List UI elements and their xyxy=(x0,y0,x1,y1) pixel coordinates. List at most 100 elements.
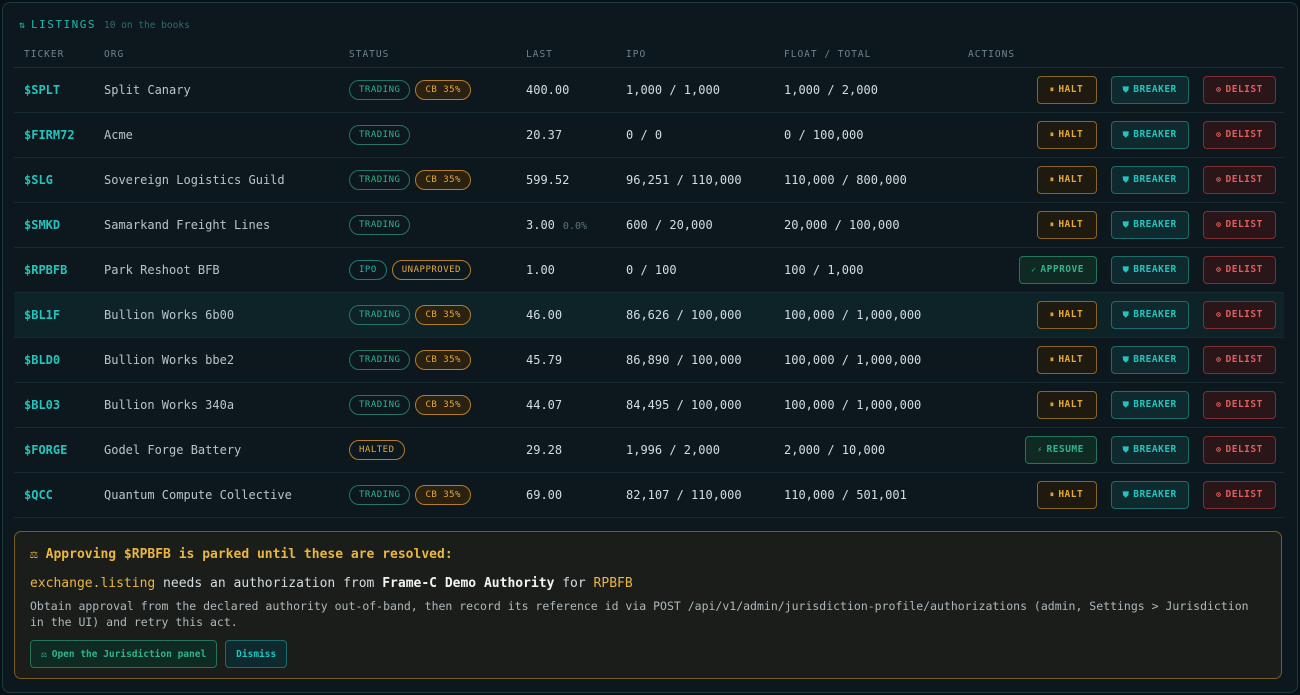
breaker-label: BREAKER xyxy=(1133,264,1177,275)
delist-button[interactable]: ⊗ DELIST xyxy=(1203,345,1276,374)
delist-label: DELIST xyxy=(1225,489,1263,500)
dismiss-button[interactable]: Dismiss xyxy=(225,640,288,668)
halt-button[interactable]: ⏸ HALT xyxy=(1036,210,1097,239)
status-badge: TRADING xyxy=(349,484,411,505)
breaker-button[interactable]: ⛊ BREAKER xyxy=(1110,480,1189,509)
ticker[interactable]: $SMKD xyxy=(24,218,60,232)
breaker-button[interactable]: ⛊ BREAKER xyxy=(1110,390,1189,419)
ticker[interactable]: $FORGE xyxy=(24,443,67,457)
page-title: LISTINGS xyxy=(31,18,97,31)
ticker[interactable]: $SPLT xyxy=(24,83,60,97)
close-circle-icon: ⊗ xyxy=(1216,400,1222,409)
breaker-button[interactable]: ⛊ BREAKER xyxy=(1110,300,1189,329)
table-row: $BL1F Bullion Works 6b00 TRADING CB 35% 4… xyxy=(14,292,1284,338)
delist-button[interactable]: ⊗ DELIST xyxy=(1203,255,1276,284)
last-price: 599.52 xyxy=(526,172,570,187)
close-circle-icon: ⊗ xyxy=(1216,220,1222,229)
delist-label: DELIST xyxy=(1225,399,1263,410)
shield-icon: ⛊ xyxy=(1122,309,1130,319)
delist-button[interactable]: ⊗ DELIST xyxy=(1203,480,1276,509)
pause-icon: ⏸ xyxy=(1049,129,1055,139)
ipo-value: 96,251 / 110,000 xyxy=(626,172,742,187)
org-name: Samarkand Freight Lines xyxy=(104,217,271,232)
pause-icon: ⏸ xyxy=(1049,219,1055,229)
halt-label: HALT xyxy=(1058,174,1084,185)
breaker-button[interactable]: ⛊ BREAKER xyxy=(1110,255,1189,284)
ticker[interactable]: $QCC xyxy=(24,488,53,502)
col-float-total: FLOAT / TOTAL xyxy=(784,42,968,68)
halt-button[interactable]: ⏸ HALT xyxy=(1036,390,1097,419)
shield-icon: ⛊ xyxy=(1122,354,1130,364)
delist-button[interactable]: ⊗ DELIST xyxy=(1203,435,1276,464)
table-row: $SMKD Samarkand Freight Lines TRADING 3.… xyxy=(14,202,1284,248)
last-price: 400.00 xyxy=(526,82,570,97)
table-row: $BLD0 Bullion Works bbe2 TRADING CB 35% 4… xyxy=(14,337,1284,383)
breaker-button[interactable]: ⛊ BREAKER xyxy=(1110,120,1189,149)
status-badge: TRADING xyxy=(349,124,411,145)
float-total: 100 / 1,000 xyxy=(784,262,864,277)
ticker[interactable]: $BLD0 xyxy=(24,353,60,367)
ticker[interactable]: $RPBFB xyxy=(24,263,67,277)
ticker[interactable]: $BL03 xyxy=(24,398,60,412)
ipo-value: 82,107 / 110,000 xyxy=(626,487,742,502)
approve-button[interactable]: ✓ APPROVE xyxy=(1018,255,1097,284)
org-name: Quantum Compute Collective xyxy=(104,487,292,502)
breaker-button[interactable]: ⛊ BREAKER xyxy=(1110,345,1189,374)
halt-button[interactable]: ⏸ HALT xyxy=(1036,345,1097,374)
table-row: $FORGE Godel Forge Battery HALTED 29.28 … xyxy=(14,427,1284,473)
org-name: Park Reshoot BFB xyxy=(104,262,220,277)
delist-label: DELIST xyxy=(1225,309,1263,320)
close-circle-icon: ⊗ xyxy=(1216,85,1222,94)
float-total: 100,000 / 1,000,000 xyxy=(784,352,922,367)
breaker-button[interactable]: ⛊ BREAKER xyxy=(1110,165,1189,194)
halt-button[interactable]: ⏸ HALT xyxy=(1036,120,1097,149)
shield-icon: ⛊ xyxy=(1122,84,1130,94)
resume-button[interactable]: ⚡ RESUME xyxy=(1024,435,1097,464)
breaker-label: BREAKER xyxy=(1133,444,1177,455)
col-org: ORG xyxy=(104,42,349,68)
delist-label: DELIST xyxy=(1225,84,1263,95)
last-price: 45.79 xyxy=(526,352,563,367)
breaker-label: BREAKER xyxy=(1133,84,1177,95)
org-name: Acme xyxy=(104,127,133,142)
delist-button[interactable]: ⊗ DELIST xyxy=(1203,120,1276,149)
delist-button[interactable]: ⊗ DELIST xyxy=(1203,165,1276,194)
delist-label: DELIST xyxy=(1225,129,1263,140)
ticker[interactable]: $SLG xyxy=(24,173,53,187)
status-badge: TRADING xyxy=(349,214,411,235)
shield-icon: ⛊ xyxy=(1122,129,1130,139)
open-jurisdiction-button[interactable]: ⚖ Open the Jurisdiction panel xyxy=(30,640,218,668)
halt-button[interactable]: ⏸ HALT xyxy=(1036,75,1097,104)
col-ticker: TICKER xyxy=(14,42,104,68)
requirement-text: needs an authorization from xyxy=(155,576,383,591)
halt-button[interactable]: ⏸ HALT xyxy=(1036,300,1097,329)
close-circle-icon: ⊗ xyxy=(1216,265,1222,274)
delist-button[interactable]: ⊗ DELIST xyxy=(1203,300,1276,329)
last-price: 44.07 xyxy=(526,397,563,412)
org-name: Split Canary xyxy=(104,82,191,97)
breaker-button[interactable]: ⛊ BREAKER xyxy=(1110,75,1189,104)
halt-button[interactable]: ⏸ HALT xyxy=(1036,165,1097,194)
close-circle-icon: ⊗ xyxy=(1216,355,1222,364)
float-total: 1,000 / 2,000 xyxy=(784,82,878,97)
status-badge: TRADING xyxy=(349,349,411,370)
ticker[interactable]: $FIRM72 xyxy=(24,128,75,142)
status-badge: TRADING xyxy=(349,169,411,190)
breaker-button[interactable]: ⛊ BREAKER xyxy=(1110,210,1189,239)
approval-blocked-notice: ⚖ Approving $RPBFB is parked until these… xyxy=(14,531,1282,679)
ticker[interactable]: $BL1F xyxy=(24,308,60,322)
status-badge: CB 35% xyxy=(415,349,471,370)
delist-button[interactable]: ⊗ DELIST xyxy=(1203,210,1276,239)
table-row: $BL03 Bullion Works 340a TRADING CB 35% 4… xyxy=(14,382,1284,428)
status-badge: CB 35% xyxy=(415,304,471,325)
halt-label: HALT xyxy=(1058,129,1084,140)
ipo-value: 600 / 20,000 xyxy=(626,217,713,232)
delist-button[interactable]: ⊗ DELIST xyxy=(1203,75,1276,104)
delist-label: DELIST xyxy=(1225,354,1263,365)
halt-button[interactable]: ⏸ HALT xyxy=(1036,480,1097,509)
shield-icon: ⛊ xyxy=(1122,489,1130,499)
float-total: 110,000 / 800,000 xyxy=(784,172,907,187)
breaker-button[interactable]: ⛊ BREAKER xyxy=(1110,435,1189,464)
delist-button[interactable]: ⊗ DELIST xyxy=(1203,390,1276,419)
ipo-value: 1,996 / 2,000 xyxy=(626,442,720,457)
